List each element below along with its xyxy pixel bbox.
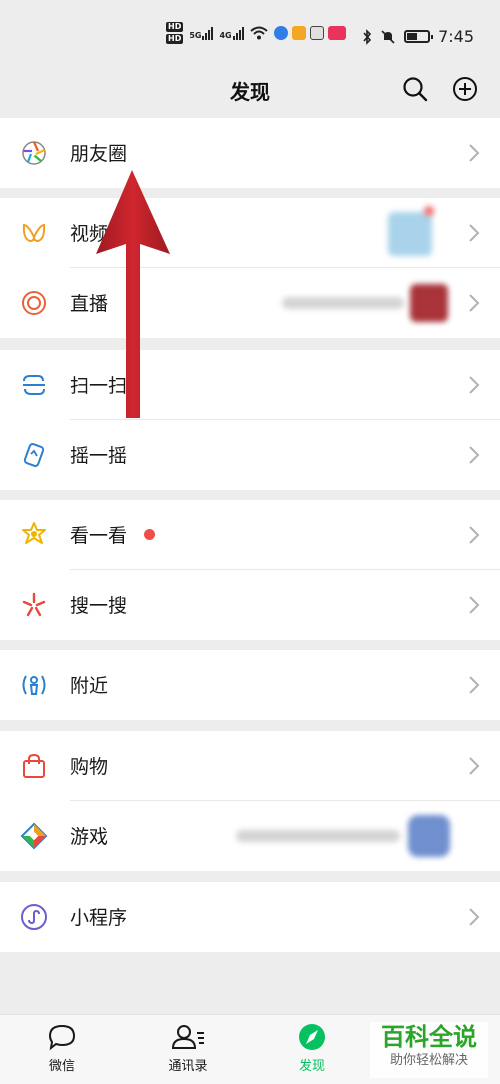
hd-badge-1: HD [166, 22, 184, 32]
search-star-icon [22, 592, 46, 617]
channels-thumbnail [388, 212, 432, 256]
nav-bar: 发现 [0, 64, 500, 118]
tab-discover-label: 发现 [298, 1059, 325, 1074]
live-thumbnail [410, 284, 448, 322]
chevron-right-icon [469, 596, 480, 614]
robot-app-icon [309, 26, 324, 40]
chevron-right-icon [469, 908, 480, 926]
nearby-label: 附近 [70, 675, 109, 697]
list-item-shake[interactable]: 摇一摇 [0, 420, 500, 490]
chevron-right-icon [469, 294, 480, 312]
tab-chats[interactable]: 微信 [22, 1023, 102, 1074]
shopping-label: 购物 [70, 756, 109, 778]
signal-5g-icon: 5G [189, 26, 214, 40]
chevron-right-icon [469, 376, 480, 394]
wifi-icon [249, 26, 268, 40]
clock: 7:45 [438, 27, 474, 46]
list-item-live[interactable]: 直播 [0, 268, 500, 338]
channels-badge [424, 206, 434, 216]
mini-programs-label: 小程序 [70, 907, 128, 929]
games-diamond-icon [20, 822, 48, 850]
chevron-right-icon [469, 224, 480, 242]
chevron-right-icon [469, 757, 480, 775]
status-bar: HD HD 5G 4G 7:45 [0, 0, 500, 64]
list-item-search[interactable]: 搜一搜 [0, 570, 500, 640]
search-label: 搜一搜 [70, 595, 128, 617]
annotation-arrow-icon [96, 170, 170, 418]
shake-label: 摇一摇 [70, 445, 128, 467]
games-thumbnail [408, 815, 450, 857]
network-label-1: 5G [189, 31, 202, 40]
mute-bell-icon [381, 29, 395, 44]
channels-butterfly-icon [22, 223, 46, 243]
compass-icon [299, 1024, 325, 1050]
list-item-moments[interactable]: 朋友圈 [0, 118, 500, 188]
hd-indicators: HD HD [166, 22, 184, 44]
list-item-top-stories[interactable]: 看一看 [0, 500, 500, 570]
watermark: 百科全说 助你轻松解决 [370, 1022, 488, 1078]
live-rings-icon [22, 291, 46, 315]
mini-programs-icon [21, 904, 47, 930]
games-preview-text [236, 830, 400, 842]
signal-4g-icon: 4G [219, 26, 244, 40]
hd-badge-2: HD [166, 34, 184, 44]
shake-phone-icon [23, 443, 45, 467]
battery-icon [404, 30, 434, 43]
live-preview-text [282, 297, 404, 309]
shield-app-icon [273, 26, 288, 40]
watermark-subtitle: 助你轻松解决 [389, 1053, 468, 1068]
top-stories-icon [22, 522, 46, 544]
chevron-right-icon [469, 446, 480, 464]
tab-discover[interactable]: 发现 [272, 1023, 352, 1074]
nearby-person-icon [22, 675, 46, 695]
top-stories-label: 看一看 [70, 525, 128, 547]
plus-circle-icon[interactable] [450, 74, 480, 104]
moments-label: 朋友圈 [70, 143, 128, 165]
moments-aperture-icon [22, 141, 46, 165]
list-item-scan[interactable]: 扫一扫 [0, 350, 500, 420]
shopping-bag-icon [23, 753, 45, 778]
list-item-mini-programs[interactable]: 小程序 [0, 882, 500, 952]
shop-app-icon [327, 26, 346, 40]
video-app-icon [291, 26, 306, 40]
chat-bubble-icon [48, 1024, 76, 1051]
list-item-nearby[interactable]: 附近 [0, 650, 500, 720]
chevron-right-icon [469, 526, 480, 544]
tab-contacts-label: 通讯录 [168, 1059, 208, 1074]
tab-chats-label: 微信 [48, 1059, 75, 1074]
contacts-icon [171, 1025, 204, 1049]
watermark-title: 百科全说 [381, 1023, 477, 1051]
list-item-shopping[interactable]: 购物 [0, 731, 500, 801]
search-icon[interactable] [400, 74, 430, 104]
chevron-right-icon [469, 676, 480, 694]
scan-icon [23, 375, 45, 395]
unread-dot [144, 529, 155, 540]
list-item-channels[interactable]: 视频号 [0, 198, 500, 268]
chevron-right-icon [469, 144, 480, 162]
games-label: 游戏 [70, 826, 109, 848]
bluetooth-icon [363, 28, 372, 45]
list-item-games[interactable]: 游戏 [0, 801, 500, 871]
network-label-2: 4G [219, 31, 232, 40]
tab-contacts[interactable]: 通讯录 [148, 1023, 228, 1074]
